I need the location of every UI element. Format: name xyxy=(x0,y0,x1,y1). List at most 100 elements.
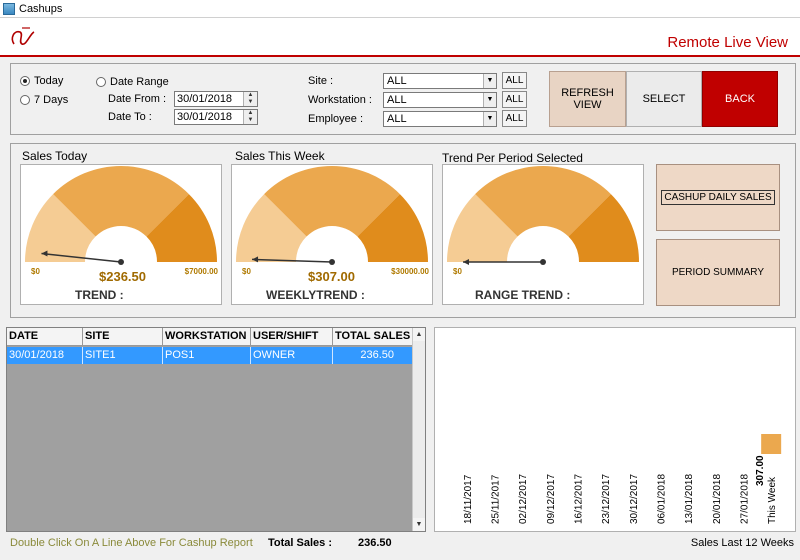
site-all-button[interactable]: ALL xyxy=(502,72,527,89)
gauge-max-label: $30000.00 xyxy=(391,267,429,276)
gauge-max-label: $7000.00 xyxy=(184,267,218,276)
refresh-view-label: REFRESH VIEW xyxy=(561,87,614,111)
gauge-sales-today: $0 $7000.00 $236.50 TREND : xyxy=(20,164,222,305)
header-bar: Remote Live View xyxy=(0,18,800,57)
table-row[interactable]: 30/01/2018 SITE1 POS1 OWNER 236.50 xyxy=(7,347,413,364)
date-from-label: Date From : xyxy=(108,93,167,105)
gauge-dial xyxy=(447,166,639,265)
site-label: Site : xyxy=(308,75,334,87)
refresh-view-button[interactable]: REFRESH VIEW xyxy=(549,71,626,127)
select-button[interactable]: SELECT xyxy=(626,71,702,127)
table-cell-workstation: POS1 xyxy=(163,347,251,364)
chart-tick-label: 25/11/2017 xyxy=(491,474,502,524)
scroll-down-icon[interactable]: ▼ xyxy=(413,518,425,531)
gauge-trend-label: RANGE TREND : xyxy=(475,288,571,302)
workstation-label: Workstation : xyxy=(308,94,372,106)
sales-12-weeks-chart: 18/11/2017 25/11/2017 02/12/2017 09/12/2017… xyxy=(434,327,796,532)
period-summary-button[interactable]: PERIOD SUMMARY xyxy=(656,239,780,306)
radio-today-label: Today xyxy=(34,75,64,87)
date-to-value: 30/01/2018 xyxy=(177,111,233,123)
chart-tick-label: 06/01/2018 xyxy=(657,474,668,524)
table-cell-date: 30/01/2018 xyxy=(7,347,83,364)
date-from-value: 30/01/2018 xyxy=(177,93,233,105)
radio-7-days[interactable]: 7 Days xyxy=(20,94,68,106)
table-header: DATE SITE WORKSTATION USER/SHIFT TOTAL S… xyxy=(7,328,413,346)
logo-icon xyxy=(11,27,35,45)
gauge-hub xyxy=(118,259,124,265)
column-header-user-shift[interactable]: USER/SHIFT xyxy=(251,328,333,346)
gauge-title: Sales Today xyxy=(22,149,88,163)
radio-dot xyxy=(96,77,106,87)
app-icon xyxy=(3,2,15,15)
gauge-title: Trend Per Period Selected xyxy=(442,151,583,165)
back-button[interactable]: BACK xyxy=(702,71,778,127)
cashups-table[interactable]: DATE SITE WORKSTATION USER/SHIFT TOTAL S… xyxy=(6,327,426,532)
site-select[interactable]: ALL ▼ xyxy=(383,73,497,89)
chart-tick-label: 16/12/2017 xyxy=(574,474,585,524)
select-label: SELECT xyxy=(642,93,686,105)
date-from-spinner[interactable]: ▲ ▼ xyxy=(243,92,257,106)
window-title: Cashups xyxy=(19,2,63,15)
gauge-hub xyxy=(329,259,335,265)
chart-data-label: 307.00 xyxy=(755,455,766,486)
chart-bar xyxy=(761,434,782,454)
gauge-title: Sales This Week xyxy=(235,149,325,163)
column-header-date[interactable]: DATE xyxy=(7,328,83,346)
chevron-down-icon[interactable]: ▼ xyxy=(483,74,496,88)
footer-hint: Double Click On A Line Above For Cashup … xyxy=(10,537,253,549)
period-summary-label: PERIOD SUMMARY xyxy=(671,267,765,278)
gauge-range: $0 RANGE TREND : xyxy=(442,164,644,305)
radio-date-range[interactable]: Date Range xyxy=(96,76,169,88)
chart-tick-label: 02/12/2017 xyxy=(518,474,529,524)
employee-select[interactable]: ALL ▼ xyxy=(383,111,497,127)
gauge-trend-label: TREND : xyxy=(75,288,124,302)
column-header-workstation[interactable]: WORKSTATION xyxy=(163,328,251,346)
employee-label: Employee : xyxy=(308,113,364,125)
chart-tick-label: 23/12/2017 xyxy=(601,474,612,524)
cashup-daily-sales-button[interactable]: CASHUP DAILY SALES xyxy=(656,164,780,231)
chart-tick-label: 18/11/2017 xyxy=(463,474,474,524)
chart-tick-label: 20/01/2018 xyxy=(712,474,723,524)
chart-tick-label: This Week xyxy=(767,476,778,524)
gauge-hub xyxy=(540,259,546,265)
chart-tick-label: 27/01/2018 xyxy=(740,474,751,524)
back-label: BACK xyxy=(725,93,755,105)
workstation-select-value: ALL xyxy=(387,94,407,106)
gauge-sales-week: $0 $30000.00 $307.00 WEEKLYTREND : xyxy=(231,164,433,305)
radio-7-days-label: 7 Days xyxy=(34,94,69,106)
table-scrollbar[interactable]: ▲ ▼ xyxy=(412,328,425,531)
page-title: Remote Live View xyxy=(667,34,788,51)
table-cell-total-sales: 236.50 xyxy=(333,347,413,364)
chart-canvas: 18/11/2017 25/11/2017 02/12/2017 09/12/2017… xyxy=(463,434,782,524)
table-cell-user-shift: OWNER xyxy=(251,347,333,364)
chart-tick-label: 13/01/2018 xyxy=(684,474,695,524)
gauge-trend-label: WEEKLYTREND : xyxy=(266,288,365,302)
gauge-value: $307.00 xyxy=(308,269,355,284)
date-to-spinner[interactable]: ▲ ▼ xyxy=(243,110,257,124)
employee-select-value: ALL xyxy=(387,113,407,125)
radio-dot xyxy=(20,76,30,86)
column-header-total-sales[interactable]: TOTAL SALES xyxy=(333,328,413,346)
date-to-label: Date To : xyxy=(108,111,152,123)
workstation-all-button[interactable]: ALL xyxy=(502,91,527,108)
total-sales-label: Total Sales : xyxy=(268,537,332,549)
gauge-value: $236.50 xyxy=(99,269,146,284)
gauge-min-label: $0 xyxy=(31,267,40,276)
chart-tick-label: 30/12/2017 xyxy=(629,474,640,524)
workstation-select[interactable]: ALL ▼ xyxy=(383,92,497,108)
chart-tick-label: 09/12/2017 xyxy=(546,474,557,524)
date-to-field[interactable]: 30/01/2018 ▲ ▼ xyxy=(174,109,258,125)
radio-date-range-label: Date Range xyxy=(110,76,169,88)
site-select-value: ALL xyxy=(387,75,407,87)
employee-all-button[interactable]: ALL xyxy=(502,110,527,127)
radio-today[interactable]: Today xyxy=(20,75,63,87)
date-from-field[interactable]: 30/01/2018 ▲ ▼ xyxy=(174,91,258,107)
radio-dot xyxy=(20,95,30,105)
sales-last-12-weeks-label: Sales Last 12 Weeks xyxy=(690,537,794,549)
cashup-daily-sales-label: CASHUP DAILY SALES xyxy=(661,190,775,205)
chevron-down-icon[interactable]: ▼ xyxy=(483,93,496,107)
column-header-site[interactable]: SITE xyxy=(83,328,163,346)
scroll-up-icon[interactable]: ▲ xyxy=(413,328,425,341)
chevron-down-icon[interactable]: ▼ xyxy=(483,112,496,126)
gauge-min-label: $0 xyxy=(453,267,462,276)
